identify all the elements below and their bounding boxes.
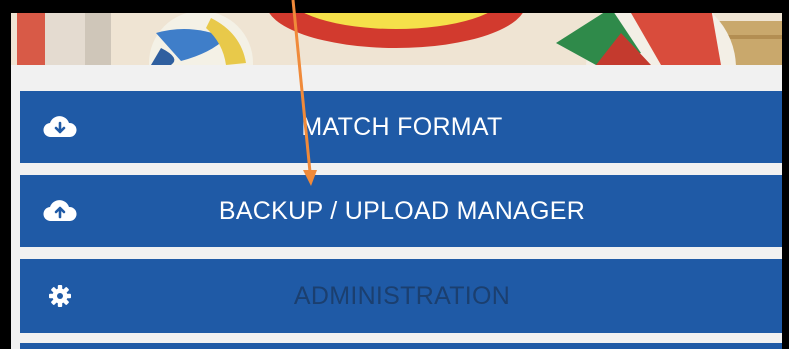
menu-item-label: MATCH FORMAT <box>301 112 503 141</box>
menu-item-label: ADMINISTRATION <box>293 281 511 310</box>
cloud-upload-icon <box>42 199 78 223</box>
cloud-download-icon <box>42 115 78 139</box>
menu-item-partial[interactable] <box>20 343 782 349</box>
gear-icon <box>42 284 78 308</box>
menu-item-label: BACKUP / UPLOAD MANAGER <box>218 196 586 225</box>
header-banner-image <box>11 13 782 65</box>
app-screen: MATCH FORMAT BACKUP / UPLOAD MANAGER ADM… <box>11 13 782 349</box>
menu-item-match-format[interactable]: MATCH FORMAT <box>20 91 782 163</box>
menu-item-backup-upload-manager[interactable]: BACKUP / UPLOAD MANAGER <box>20 175 782 247</box>
volleyball-banner-graphic <box>11 13 782 65</box>
menu-item-administration[interactable]: ADMINISTRATION <box>20 259 782 333</box>
